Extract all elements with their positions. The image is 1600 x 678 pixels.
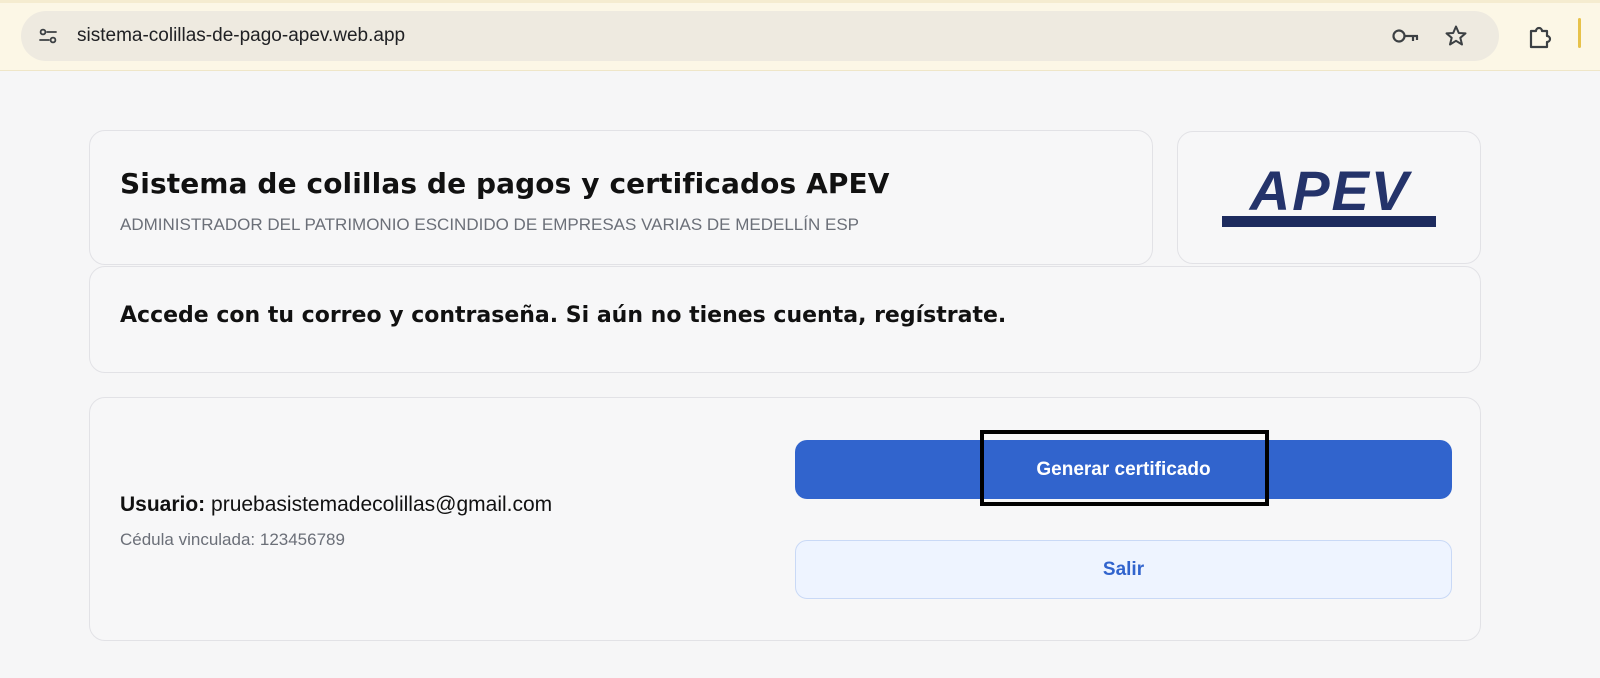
tab-strip — [0, 0, 1600, 3]
bookmark-star-icon[interactable] — [1444, 24, 1468, 48]
key-icon[interactable] — [1391, 25, 1421, 47]
user-info: Usuario: pruebasistemadecolillas@gmail.c… — [120, 493, 552, 517]
login-notice: Accede con tu correo y contraseña. Si aú… — [120, 303, 1007, 328]
user-card: Usuario: pruebasistemadecolillas@gmail.c… — [89, 397, 1481, 641]
extensions-icon[interactable] — [1527, 23, 1553, 49]
page-title: Sistema de colillas de pagos y certifica… — [120, 167, 890, 200]
focus-highlight — [980, 430, 1269, 506]
address-bar[interactable]: sistema-colillas-de-pago-apev.web.app — [21, 11, 1499, 61]
notice-card: Accede con tu correo y contraseña. Si aú… — [89, 266, 1481, 373]
header-card: Sistema de colillas de pagos y certifica… — [89, 130, 1153, 265]
apev-logo: APEV — [1220, 159, 1440, 230]
logo-wordmark: APEV — [1249, 159, 1411, 222]
url-text[interactable]: sistema-colillas-de-pago-apev.web.app — [77, 25, 405, 47]
logo-card: APEV — [1177, 131, 1481, 264]
user-email: pruebasistemadecolillas@gmail.com — [211, 493, 553, 516]
logout-button[interactable]: Salir — [795, 540, 1452, 599]
linked-id: Cédula vinculada: 123456789 — [120, 530, 345, 549]
page-subtitle: ADMINISTRADOR DEL PATRIMONIO ESCINDIDO D… — [120, 215, 860, 234]
browser-toolbar: sistema-colillas-de-pago-apev.web.app — [0, 0, 1600, 71]
site-info-icon[interactable] — [33, 21, 63, 51]
logo-tagline-strip — [1222, 216, 1436, 227]
user-label: Usuario: — [120, 493, 206, 516]
profile-indicator — [1578, 18, 1581, 48]
